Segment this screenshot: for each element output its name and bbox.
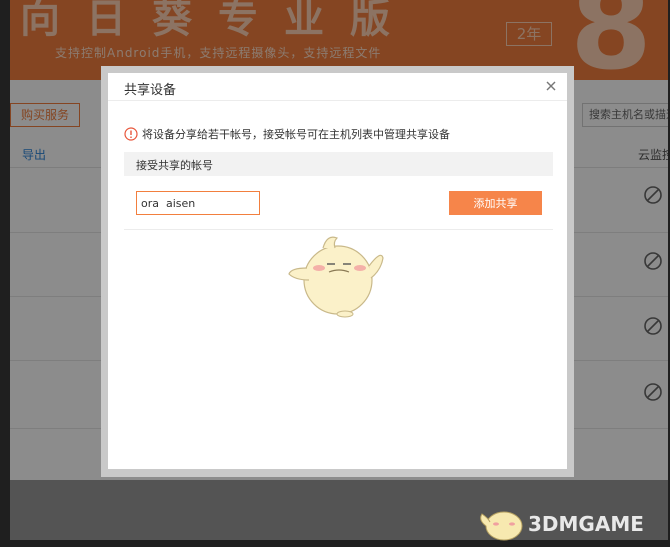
dialog-header: 共享设备 bbox=[108, 73, 567, 101]
warning-circle-icon bbox=[124, 127, 138, 141]
notice-message: 将设备分享给若干帐号，接受帐号可在主机列表中管理共享设备 bbox=[124, 126, 450, 142]
share-account-label: 接受共享的帐号 bbox=[136, 159, 213, 172]
dialog-title: 共享设备 bbox=[124, 83, 177, 98]
mascot-illustration bbox=[288, 236, 384, 318]
watermark-text: 3DMGAME bbox=[528, 512, 644, 536]
watermark-mascot-icon bbox=[480, 511, 523, 541]
close-icon[interactable] bbox=[543, 78, 559, 94]
share-device-dialog: 共享设备 将设备分享给若干帐号，接受帐号可在主机列表中管理共享设备 接受共享的帐… bbox=[108, 73, 567, 469]
share-account-panel: 接受共享的帐号 添加共享 bbox=[124, 152, 553, 230]
add-share-button[interactable]: 添加共享 bbox=[449, 191, 542, 215]
share-panel-header: 接受共享的帐号 bbox=[124, 152, 553, 176]
notice-text: 将设备分享给若干帐号，接受帐号可在主机列表中管理共享设备 bbox=[142, 128, 450, 141]
account-input[interactable] bbox=[136, 191, 260, 215]
watermark: 3DMGAME bbox=[478, 500, 664, 544]
